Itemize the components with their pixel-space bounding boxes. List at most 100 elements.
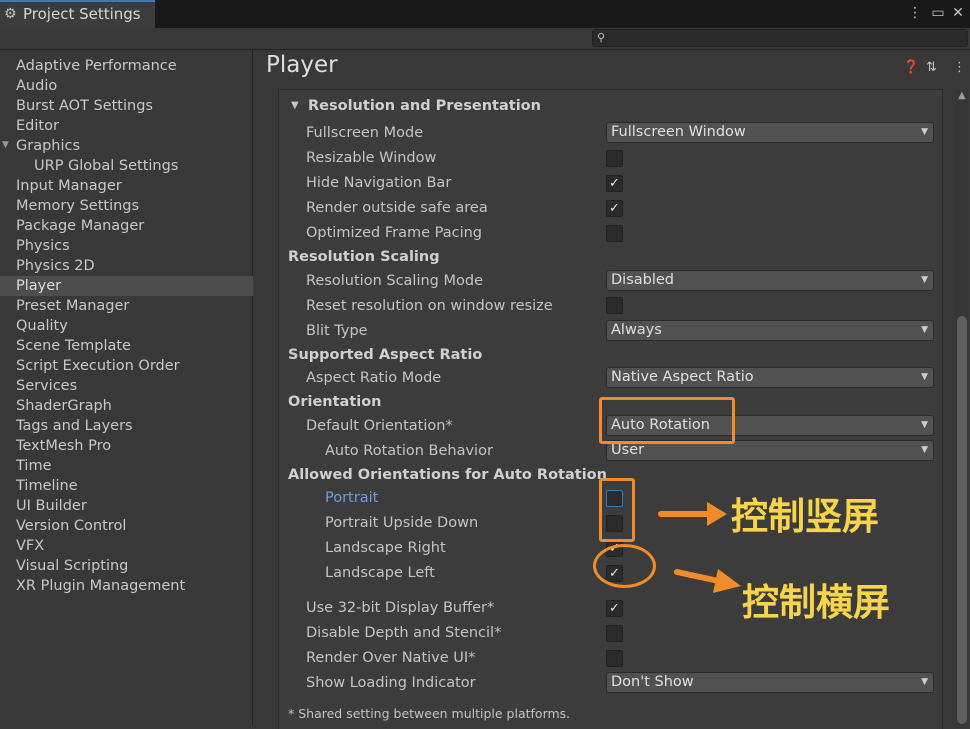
sidebar-item-label: Scene Template <box>16 338 131 354</box>
sidebar-item[interactable]: Adaptive Performance <box>0 56 253 76</box>
sidebar-item-label: Input Manager <box>16 178 122 194</box>
blit-type-dropdown[interactable]: Always ▼ <box>606 320 934 341</box>
use-32bit-buffer-checkbox[interactable]: ✓ <box>606 600 623 617</box>
auto-rotation-behavior-label: Auto Rotation Behavior <box>325 443 493 459</box>
sidebar-item-label: Package Manager <box>16 218 145 234</box>
sidebar-item-label: Physics <box>16 238 70 254</box>
fullscreen-mode-dropdown[interactable]: Fullscreen Window ▼ <box>606 122 934 143</box>
chevron-down-icon: ▼ <box>921 677 928 687</box>
sidebar-item-label: Services <box>16 378 78 394</box>
hide-navigation-bar-checkbox[interactable]: ✓ <box>606 175 623 192</box>
default-orientation-label: Default Orientation* <box>306 418 453 434</box>
sidebar-item-label: TextMesh Pro <box>16 438 112 454</box>
disable-depth-stencil-checkbox[interactable] <box>606 625 623 642</box>
help-icon[interactable]: ❓ <box>903 60 919 75</box>
sidebar-item[interactable]: Services <box>0 376 253 396</box>
default-orientation-highlight <box>599 397 735 444</box>
sidebar-item[interactable]: Preset Manager <box>0 296 253 316</box>
resolution-scaling-mode-dropdown[interactable]: Disabled ▼ <box>606 270 934 291</box>
sidebar-item[interactable]: Audio <box>0 76 253 96</box>
landscape-annotation: 控制横屏 <box>742 581 890 624</box>
search-input[interactable] <box>592 29 968 47</box>
foldout-arrow-icon[interactable]: ▼ <box>2 140 9 150</box>
chevron-down-icon: ▼ <box>921 325 928 335</box>
sidebar-item[interactable]: XR Plugin Management <box>0 576 253 596</box>
aspect-ratio-mode-dropdown[interactable]: Native Aspect Ratio ▼ <box>606 367 934 388</box>
sidebar-item[interactable]: Scene Template <box>0 336 253 356</box>
sidebar-item-label: Editor <box>16 118 59 134</box>
sidebar-item-label: Quality <box>16 318 68 334</box>
sidebar-item[interactable]: Input Manager <box>0 176 253 196</box>
section-title[interactable]: Resolution and Presentation <box>308 98 541 114</box>
landscape-right-label: Landscape Right <box>325 540 446 556</box>
render-outside-safe-area-checkbox[interactable]: ✓ <box>606 200 623 217</box>
maximize-icon[interactable]: ▭ <box>929 4 947 22</box>
portrait-annotation: 控制竖屏 <box>731 495 879 538</box>
sidebar-item[interactable]: Player <box>0 276 253 296</box>
chevron-down-icon: ▼ <box>921 127 928 137</box>
page-title: Player <box>266 52 338 78</box>
sidebar-item[interactable]: Tags and Layers <box>0 416 253 436</box>
sidebar-item-label: Timeline <box>16 478 78 494</box>
sidebar-item[interactable]: Physics <box>0 236 253 256</box>
render-over-native-ui-label: Render Over Native UI* <box>306 650 476 666</box>
sidebar-item[interactable]: Physics 2D <box>0 256 253 276</box>
sidebar-item-label: Audio <box>16 78 58 94</box>
resolution-scaling-header: Resolution Scaling <box>288 249 440 265</box>
window-title: Project Settings <box>23 5 141 23</box>
sidebar-item[interactable]: Timeline <box>0 476 253 496</box>
optimized-frame-pacing-label: Optimized Frame Pacing <box>306 225 482 241</box>
sidebar-item-label: ShaderGraph <box>16 398 112 414</box>
portrait-label: Portrait <box>325 490 379 506</box>
optimized-frame-pacing-checkbox[interactable] <box>606 225 623 242</box>
sidebar-item-label: Tags and Layers <box>16 418 133 434</box>
chevron-down-icon: ▼ <box>921 275 928 285</box>
render-over-native-ui-checkbox[interactable] <box>606 650 623 667</box>
sidebar-item[interactable]: Script Execution Order <box>0 356 253 376</box>
sidebar-item[interactable]: Version Control <box>0 516 253 536</box>
sidebar-item[interactable]: Package Manager <box>0 216 253 236</box>
show-loading-indicator-dropdown[interactable]: Don't Show ▼ <box>606 672 934 693</box>
sidebar-item-label: Graphics <box>16 138 81 154</box>
sidebar-item[interactable]: TextMesh Pro <box>0 436 253 456</box>
sidebar-item-label: XR Plugin Management <box>16 578 186 594</box>
sidebar-item[interactable]: Memory Settings <box>0 196 253 216</box>
close-icon[interactable]: ✕ <box>949 4 967 22</box>
sidebar-item[interactable]: ShaderGraph <box>0 396 253 416</box>
sidebar-item-label: Adaptive Performance <box>16 58 177 74</box>
chevron-down-icon: ▼ <box>921 372 928 382</box>
disable-depth-stencil-label: Disable Depth and Stencil* <box>306 625 502 641</box>
sidebar-item[interactable]: VFX <box>0 536 253 556</box>
scrollbar-thumb[interactable] <box>957 316 967 724</box>
sidebar-item[interactable]: Visual Scripting <box>0 556 253 576</box>
foldout-arrow-icon[interactable]: ▼ <box>291 100 299 111</box>
sidebar-item[interactable]: UI Builder <box>0 496 253 516</box>
reset-resolution-checkbox[interactable] <box>606 297 623 314</box>
portrait-upside-down-label: Portrait Upside Down <box>325 515 479 531</box>
sidebar-item[interactable]: Graphics <box>0 136 253 156</box>
reset-resolution-label: Reset resolution on window resize <box>306 298 553 314</box>
hide-navigation-bar-label: Hide Navigation Bar <box>306 175 452 191</box>
sidebar-item-label: Version Control <box>16 518 127 534</box>
sidebar-item-label: Player <box>16 278 62 294</box>
sidebar-item[interactable]: Time <box>0 456 253 476</box>
footnote: * Shared setting between multiple platfo… <box>288 706 571 721</box>
sidebar-item[interactable]: Burst AOT Settings <box>0 96 253 116</box>
sidebar-item[interactable]: Quality <box>0 316 253 336</box>
preset-icon[interactable]: ⇅ <box>926 60 937 75</box>
kebab-menu-icon[interactable]: ⋮ <box>953 60 966 75</box>
sidebar-item[interactable]: Editor <box>0 116 253 136</box>
aspect-ratio-mode-label: Aspect Ratio Mode <box>306 370 442 386</box>
resizable-window-checkbox[interactable] <box>606 150 623 167</box>
render-outside-safe-area-label: Render outside safe area <box>306 200 488 216</box>
sidebar-item-label: Burst AOT Settings <box>16 98 153 114</box>
sidebar-item-label: UI Builder <box>16 498 87 514</box>
blit-type-label: Blit Type <box>306 323 368 339</box>
resolution-scaling-mode-label: Resolution Scaling Mode <box>306 273 484 289</box>
kebab-menu-icon[interactable]: ⋮ <box>906 4 924 22</box>
chevron-down-icon: ▼ <box>921 445 928 455</box>
sidebar-item[interactable]: URP Global Settings <box>0 156 253 176</box>
fullscreen-mode-label: Fullscreen Mode <box>306 125 424 141</box>
scroll-up-icon[interactable]: ▲ <box>958 90 966 101</box>
sidebar-item-label: Physics 2D <box>16 258 95 274</box>
